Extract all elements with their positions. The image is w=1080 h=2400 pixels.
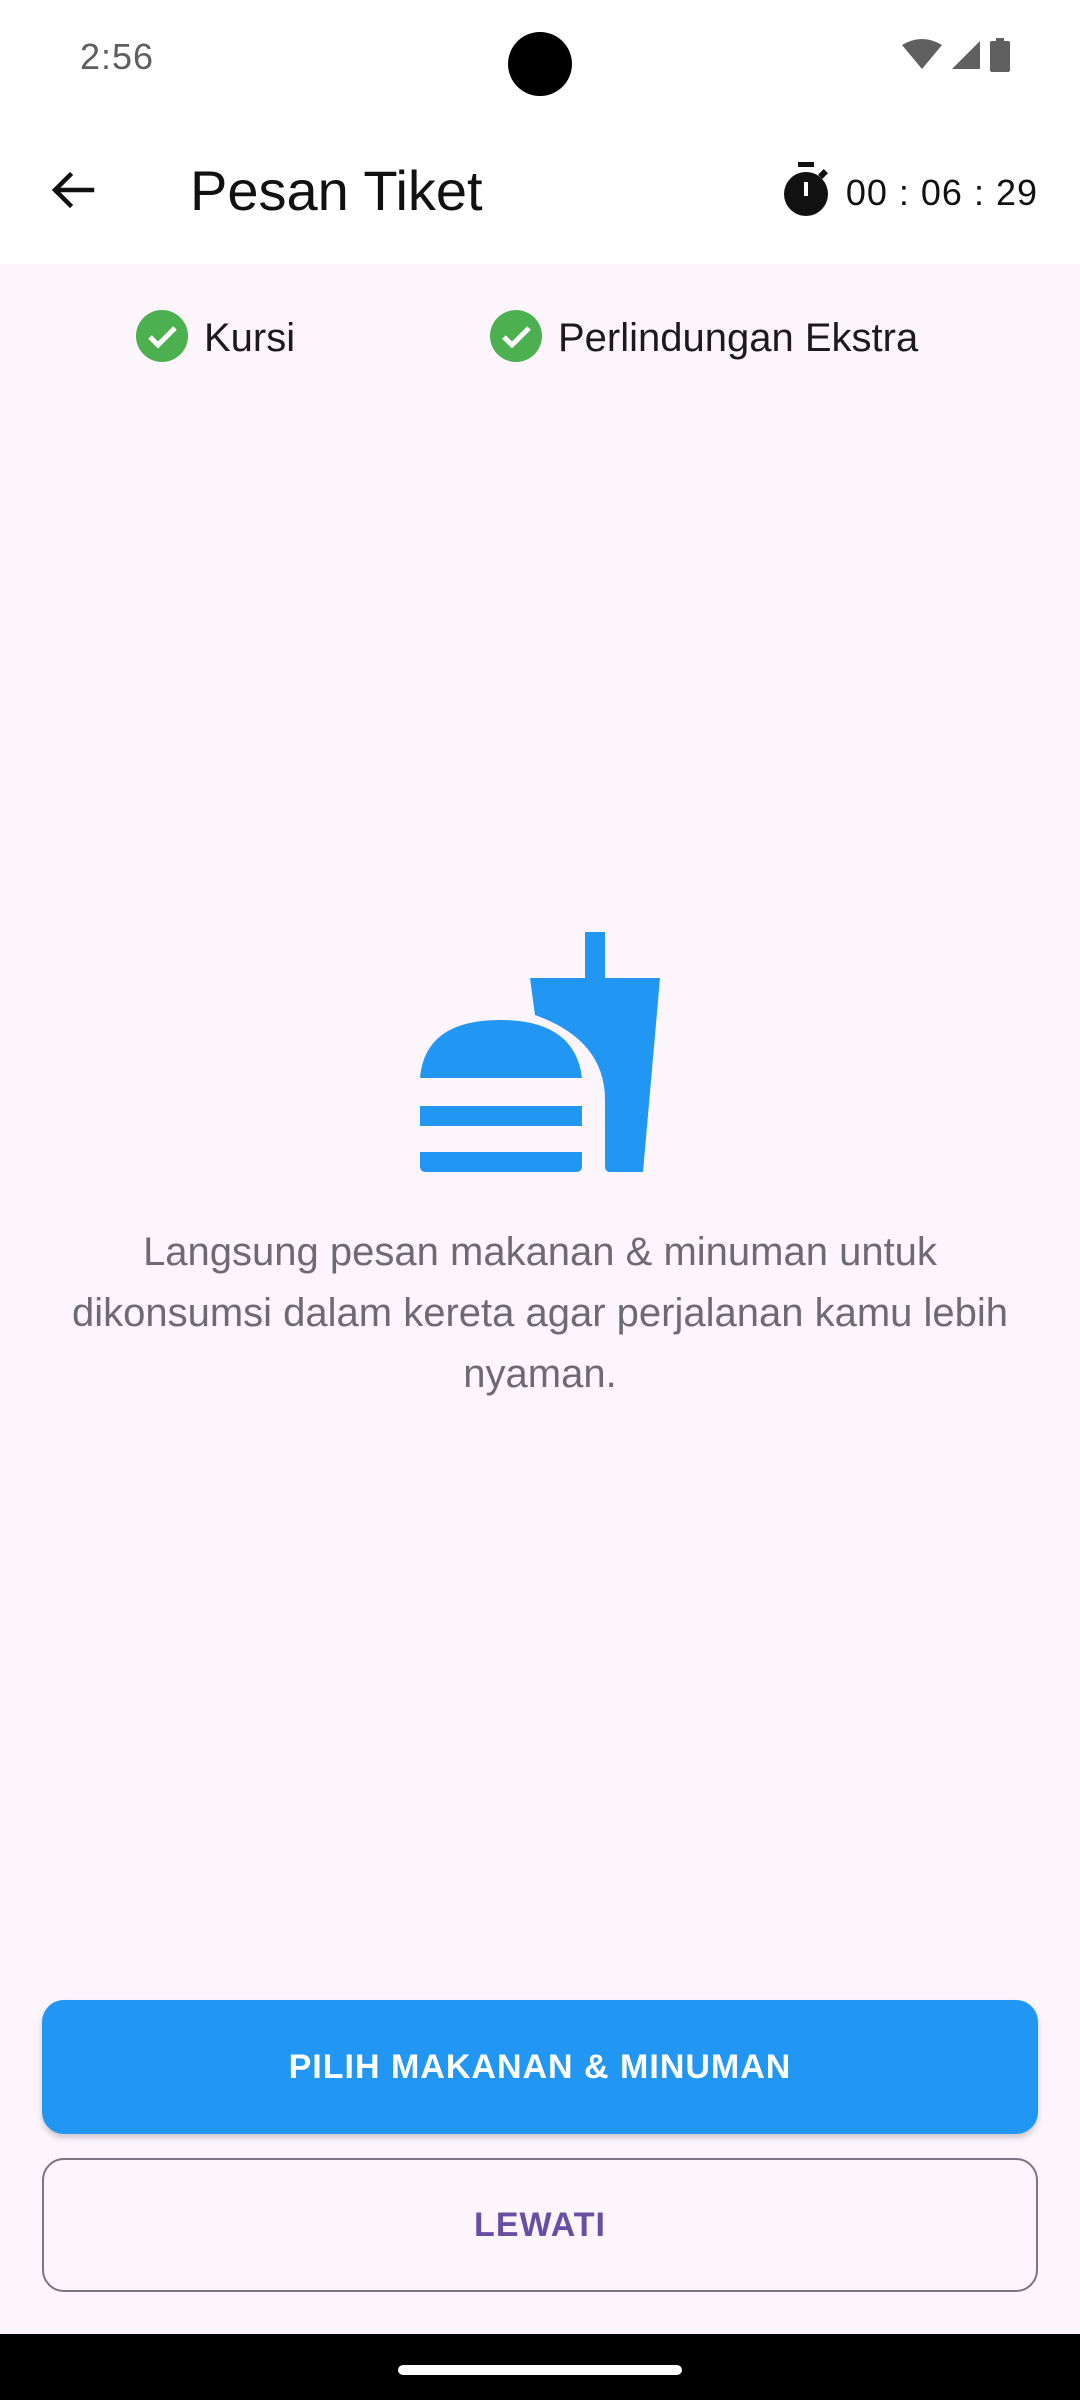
status-bar: 2:56 xyxy=(0,0,1080,120)
fastfood-icon xyxy=(410,930,670,1176)
wifi-icon xyxy=(902,39,942,76)
check-circle-icon xyxy=(490,310,542,367)
back-button[interactable] xyxy=(36,156,108,228)
battery-icon xyxy=(990,38,1010,77)
status-time: 2:56 xyxy=(80,36,155,77)
step-label: Perlindungan Ekstra xyxy=(558,316,919,360)
stopwatch-icon xyxy=(780,162,832,223)
booking-steps: Kursi Perlindungan Ekstra xyxy=(0,300,1080,380)
countdown-timer: 00 : 06 : 29 xyxy=(780,162,1038,223)
camera-cutout xyxy=(508,32,572,96)
cellular-signal-icon xyxy=(950,39,982,76)
timer-value: 00 : 06 : 29 xyxy=(845,171,1038,213)
app-bar: Pesan Tiket 00 : 06 : 29 xyxy=(0,120,1080,264)
step-perlindungan-ekstra: Perlindungan Ekstra xyxy=(490,310,918,367)
screen: 2:56 Pesan Tiket 00: 06: 29 Kursi Perl… xyxy=(0,0,1080,2400)
check-circle-icon xyxy=(136,310,188,367)
skip-button[interactable]: LEWATI xyxy=(42,2158,1038,2292)
page-title: Pesan Tiket xyxy=(190,159,483,222)
food-offer-description: Langsung pesan makanan & minuman untuk d… xyxy=(71,1230,1009,1396)
home-gesture-handle[interactable] xyxy=(398,2365,682,2375)
step-label: Kursi xyxy=(204,316,296,360)
choose-food-drink-button[interactable]: PILIH MAKANAN & MINUMAN xyxy=(42,2000,1038,2134)
step-kursi: Kursi xyxy=(136,310,295,367)
status-icons xyxy=(902,38,1010,77)
arrow-back-icon xyxy=(48,166,96,219)
